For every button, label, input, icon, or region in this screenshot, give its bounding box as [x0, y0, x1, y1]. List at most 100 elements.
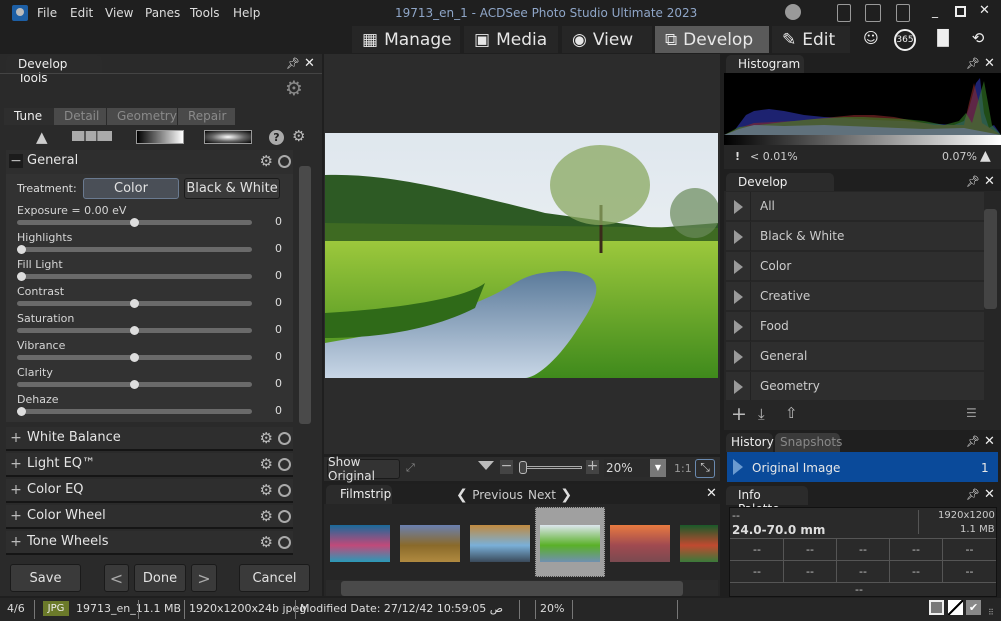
tab-repair[interactable]: Repair — [178, 108, 235, 125]
mode-edit[interactable]: ✎ Edit — [772, 26, 850, 53]
account-icon[interactable] — [785, 4, 801, 20]
show-original-button[interactable]: Show Original — [327, 455, 400, 483]
warning-icon[interactable]: ▲ — [36, 128, 48, 146]
preset-item[interactable]: All — [726, 192, 984, 221]
actual-size-button[interactable]: 1:1 — [674, 462, 692, 475]
slider-track[interactable] — [17, 353, 252, 362]
expand-arrow-icon[interactable] — [734, 260, 743, 274]
gear-icon[interactable]: ⚙ — [260, 455, 273, 473]
zoom-out-button[interactable]: − — [500, 459, 513, 474]
mode-develop[interactable]: ⧉ Develop — [655, 26, 769, 53]
tab-detail[interactable]: Detail — [54, 108, 106, 125]
menu-panes[interactable]: Panes — [145, 6, 180, 20]
group-general[interactable]: − General ⚙ — [6, 150, 293, 174]
close-filmstrip-button[interactable]: ✕ — [706, 486, 717, 501]
preset-item[interactable]: Creative — [726, 282, 984, 311]
mode-view[interactable]: ◉ View — [562, 26, 652, 53]
pin-icon[interactable]: 📌︎ — [286, 57, 300, 70]
preset-item[interactable]: Geometry — [726, 372, 984, 401]
maximize-button[interactable] — [955, 6, 966, 17]
done-button[interactable]: Done — [134, 564, 186, 592]
toggle-circle-icon[interactable] — [278, 484, 291, 497]
histogram-tab[interactable]: Histogram — [726, 55, 804, 74]
tab-snapshots[interactable]: Snapshots — [775, 433, 842, 452]
slider-thumb[interactable] — [17, 245, 26, 254]
mask-overlay-icon[interactable] — [929, 600, 944, 615]
tools-scrollbar-thumb[interactable] — [299, 166, 311, 424]
expand-icon[interactable]: + — [9, 535, 23, 549]
close-panel-button[interactable]: ✕ — [984, 56, 995, 71]
pin-icon[interactable]: 📌︎ — [966, 488, 980, 501]
close-panel-button[interactable]: ✕ — [984, 487, 995, 502]
next-image-button[interactable]: > — [191, 564, 217, 592]
menu-tools[interactable]: Tools — [190, 6, 220, 20]
expand-icon[interactable]: + — [9, 483, 23, 497]
people-icon[interactable]: ☺ — [859, 29, 883, 51]
group-white-balance[interactable]: + White Balance ⚙ — [6, 427, 293, 451]
filmstrip-next-button[interactable]: Next ❯ — [528, 487, 572, 503]
fit-to-window-button[interactable]: ⤡ — [695, 459, 715, 478]
toggle-circle-icon[interactable] — [278, 536, 291, 549]
minimize-button[interactable]: _ — [932, 4, 938, 18]
toggle-circle-icon[interactable] — [278, 432, 291, 445]
tab-geometry[interactable]: Geometry — [107, 108, 177, 125]
filmstrip-thumbnail-sunset-sea[interactable] — [610, 525, 670, 562]
toggle-left-pane-icon[interactable] — [837, 4, 851, 22]
presets-scrollbar-thumb[interactable] — [984, 209, 997, 309]
resize-grip-icon[interactable]: ⠿ — [988, 608, 994, 617]
slider-thumb[interactable] — [17, 407, 26, 416]
slider-thumb[interactable] — [130, 326, 139, 335]
group-tone-wheels[interactable]: + Tone Wheels ⚙ — [6, 531, 293, 555]
help-icon[interactable]: ? — [269, 130, 284, 145]
main-photo[interactable] — [325, 133, 718, 378]
mode-media[interactable]: ▣ Media — [464, 26, 558, 53]
menu-file[interactable]: File — [37, 6, 57, 20]
toggle-right-pane-icon[interactable] — [896, 4, 910, 22]
filmstrip-thumbnail-autumn-lake[interactable] — [470, 525, 530, 562]
treatment-color-button[interactable]: Color — [83, 178, 179, 199]
slider-thumb[interactable] — [130, 299, 139, 308]
preset-item[interactable]: Black & White — [726, 222, 984, 251]
toggle-circle-icon[interactable] — [278, 155, 291, 168]
develop-presets-tab[interactable]: Develop Presets — [726, 173, 834, 203]
slider-track[interactable] — [17, 326, 252, 335]
cancel-button[interactable]: Cancel — [239, 564, 310, 592]
highlight-clip-warning-icon[interactable]: ▲ — [980, 148, 991, 164]
info-palette-tab[interactable]: Info Palette — [726, 486, 808, 516]
menu-edit[interactable]: Edit — [70, 6, 93, 20]
group-color-eq[interactable]: + Color EQ ⚙ — [6, 479, 293, 503]
gear-icon[interactable]: ⚙ — [260, 507, 273, 525]
export-preset-icon[interactable]: ⇧ — [785, 404, 798, 422]
previous-image-button[interactable]: < — [104, 564, 129, 592]
slider-track[interactable] — [17, 299, 252, 308]
group-color-wheel[interactable]: + Color Wheel ⚙ — [6, 505, 293, 529]
zoom-in-button[interactable]: + — [586, 459, 599, 474]
filmstrip-tab[interactable]: Filmstrip — [326, 485, 392, 504]
toggle-bottom-pane-icon[interactable] — [865, 4, 881, 22]
gear-icon[interactable]: ⚙ — [260, 429, 273, 447]
expand-arrow-icon[interactable] — [734, 320, 743, 334]
menu-help[interactable]: Help — [233, 6, 260, 20]
stats-icon[interactable]: ▐▌ — [931, 29, 955, 51]
gradient-icon[interactable] — [136, 130, 184, 144]
import-preset-icon[interactable]: ⤓ — [758, 405, 765, 423]
preset-item[interactable]: Food — [726, 312, 984, 341]
filmstrip-thumbnail-flowers[interactable] — [680, 525, 718, 562]
pin-icon[interactable]: 📌︎ — [966, 175, 980, 188]
expand-icon[interactable]: + — [9, 457, 23, 471]
eye-refresh-icon[interactable]: ⟲ — [966, 29, 990, 51]
filmstrip-scrollbar-thumb[interactable] — [341, 581, 683, 596]
develop-tools-tab[interactable]: Develop Tools — [6, 55, 102, 85]
close-window-button[interactable]: ✕ — [979, 3, 990, 18]
slider-track[interactable] — [17, 380, 252, 389]
collapse-icon[interactable]: − — [9, 154, 23, 168]
fullscreen-icon[interactable]: ⤢ — [406, 461, 415, 475]
slider-track[interactable] — [17, 407, 252, 416]
add-preset-icon[interactable]: + — [731, 403, 747, 425]
toggle-circle-icon[interactable] — [278, 510, 291, 523]
expand-icon[interactable]: + — [9, 431, 23, 445]
split-view-icon[interactable] — [948, 600, 963, 615]
tab-tune[interactable]: Tune — [4, 108, 54, 125]
slider-track[interactable] — [17, 272, 252, 281]
settings-list-icon[interactable]: ⚙ — [285, 76, 303, 100]
